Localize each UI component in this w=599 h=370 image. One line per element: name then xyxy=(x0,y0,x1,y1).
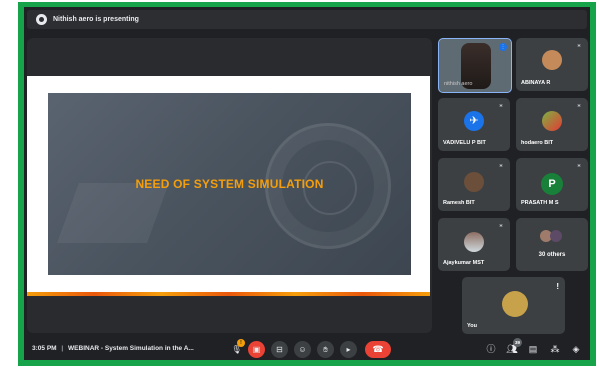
initial-avatar: P xyxy=(541,173,563,195)
avatar xyxy=(502,291,528,317)
separator: | xyxy=(61,345,64,352)
self-view-tile[interactable]: ! You xyxy=(462,277,565,334)
activities-icon[interactable]: ⁂ xyxy=(549,343,561,355)
avatar xyxy=(542,111,562,131)
avatar xyxy=(464,172,484,192)
participant-tile-ramesh[interactable]: ⁎ Ramesh BIT xyxy=(438,158,510,211)
participant-name: Ramesh BIT xyxy=(443,200,475,206)
mic-warning-badge: ! xyxy=(237,339,245,347)
participant-tile-vadivelu[interactable]: ⁎ ✈ VADIVELU P BIT xyxy=(438,98,510,151)
mic-off-icon: ⁎ xyxy=(577,102,581,109)
mic-off-icon: ⁎ xyxy=(499,222,503,229)
captions-button[interactable]: ⊟ xyxy=(271,341,288,358)
participant-tile-others[interactable]: 30 others xyxy=(516,218,588,271)
mic-off-icon: ⁎ xyxy=(499,162,503,169)
speaking-indicator-icon: ⋮ xyxy=(499,43,507,51)
mic-off-icon: ⁎ xyxy=(499,102,503,109)
chat-icon[interactable]: ▤ xyxy=(527,343,539,355)
others-count: 30 others xyxy=(538,252,566,258)
host-controls-icon[interactable]: ◈ xyxy=(570,343,582,355)
avatar xyxy=(542,50,562,70)
avatar-stack xyxy=(550,230,562,242)
participant-tile-nithish[interactable]: ⋮ nithish aero xyxy=(438,38,512,93)
participant-name: ABINAYA R xyxy=(521,80,551,86)
slide-title: NEED OF SYSTEM SIMULATION xyxy=(135,177,324,191)
participant-tile-abinaya[interactable]: ⁎ ABINAYA R xyxy=(516,38,588,91)
alert-icon: ! xyxy=(556,282,559,291)
participant-name: hodaero BIT xyxy=(521,140,554,146)
participant-name: Ajaykumar MST xyxy=(443,260,485,266)
presenting-text: Nithish aero is presenting xyxy=(53,16,139,23)
participant-tile-ajaykumar[interactable]: ⁎ Ajaykumar MST xyxy=(438,218,510,271)
participant-tile-hodaero[interactable]: ⁎ hodaero BIT xyxy=(516,98,588,151)
self-name: You xyxy=(467,323,477,329)
participant-name: nithish aero xyxy=(444,81,473,87)
leave-call-button[interactable]: ☎ xyxy=(365,341,391,358)
meeting-title: WEBINAR - System Simulation in the A... xyxy=(68,345,194,352)
airplane-avatar-icon: ✈ xyxy=(464,111,484,131)
raise-hand-button[interactable]: ✋︎ xyxy=(317,341,334,358)
mic-off-icon: ⁎ xyxy=(577,162,581,169)
present-button[interactable]: ▸ xyxy=(340,341,357,358)
meeting-info: 3:05 PM | WEBINAR - System Simulation in… xyxy=(32,344,194,354)
participant-name: PRASATH M S xyxy=(521,200,559,206)
meeting-details-icon[interactable]: ⓘ xyxy=(485,343,497,355)
people-count-badge: 39 xyxy=(513,338,522,347)
mic-off-icon: ⁎ xyxy=(577,42,581,49)
presenter-avatar-icon xyxy=(36,14,47,25)
participant-tile-prasath[interactable]: ⁎ P PRASATH M S xyxy=(516,158,588,211)
avatar xyxy=(464,232,484,252)
slide-stripe xyxy=(27,292,430,296)
clock-time: 3:05 PM xyxy=(32,345,57,352)
camera-off-button[interactable]: ▣ xyxy=(248,341,265,358)
participant-name: VADIVELU P BIT xyxy=(443,140,486,146)
laptop-graphic xyxy=(57,183,169,243)
emoji-button[interactable]: ☺ xyxy=(294,341,311,358)
